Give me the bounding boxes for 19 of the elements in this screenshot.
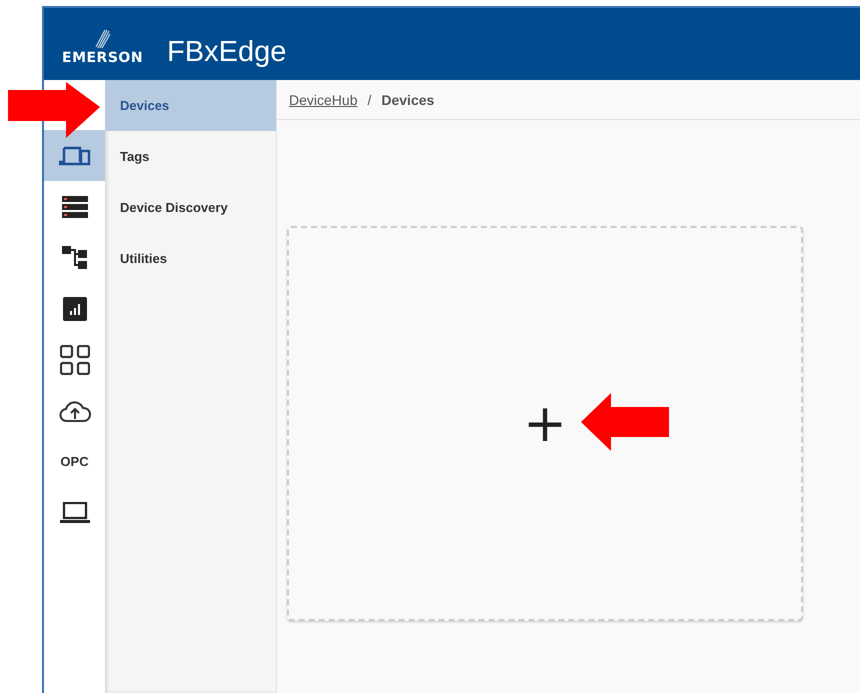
cloud-upload-icon [58,398,90,422]
rail-item[interactable]: OPC [44,436,105,487]
logo-icon [94,28,111,50]
laptop-icon [60,502,90,524]
breadcrumb-current: Devices [381,92,434,108]
add-device-card[interactable]: + [287,226,803,621]
submenu-item[interactable]: Utilities [105,233,276,284]
breadcrumb-link[interactable]: DeviceHub [289,92,358,108]
submenu-item[interactable]: Device Discovery [105,182,276,233]
submenu-item[interactable]: Devices [105,80,276,131]
grid-icon [60,344,90,374]
chart-icon [62,296,86,320]
tree-icon [62,246,88,270]
submenu-item[interactable]: Tags [105,131,276,182]
devices-icon [58,144,90,166]
breadcrumb-separator: / [367,92,372,108]
server-icon [62,196,88,218]
brand-name: EMERSON [62,50,144,66]
app-title: FBxEdge [167,38,286,67]
